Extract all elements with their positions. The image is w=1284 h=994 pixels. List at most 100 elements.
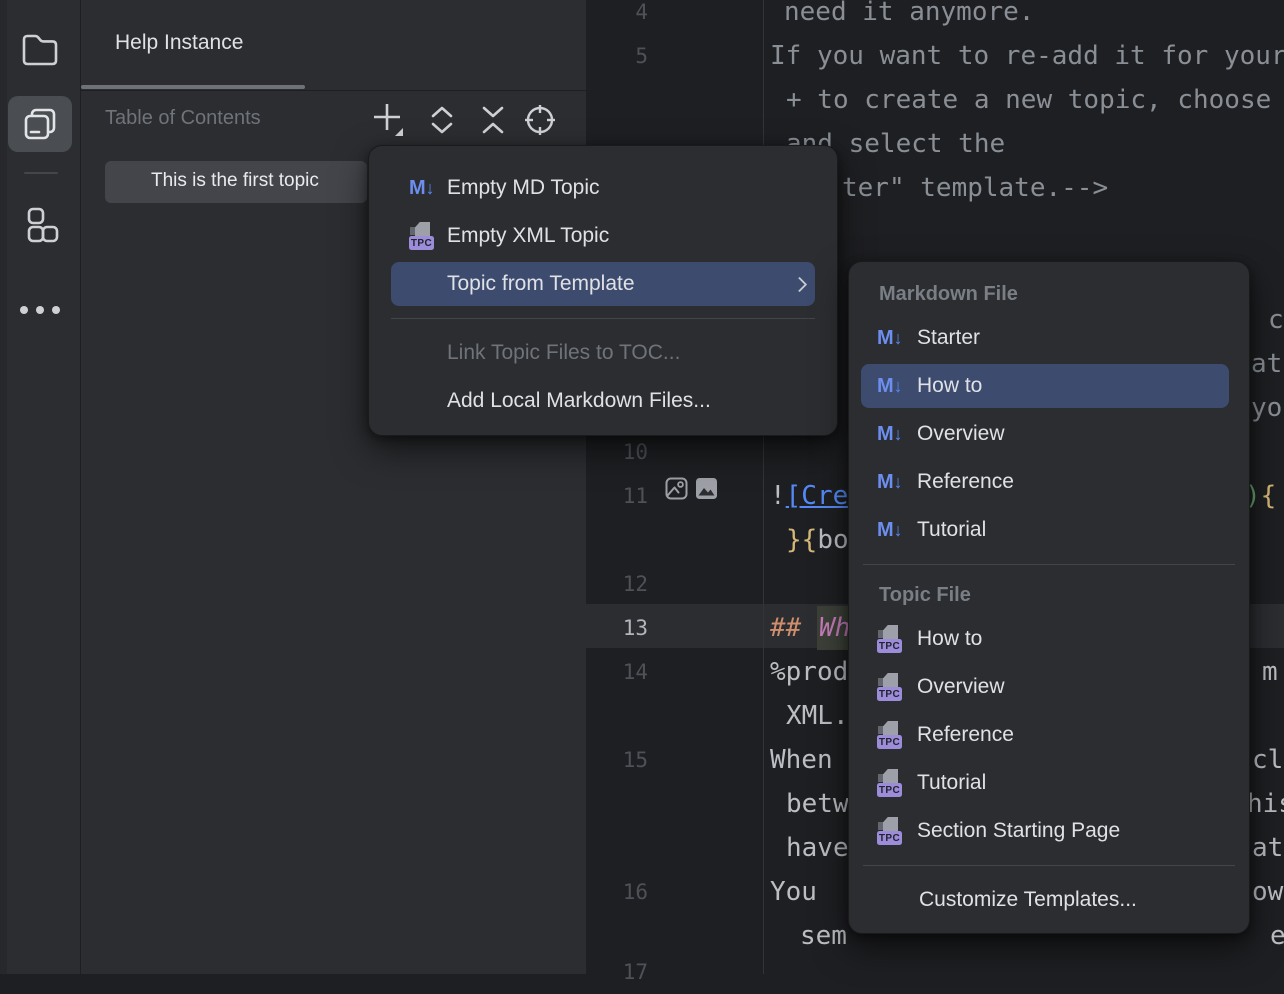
menu-item-overview[interactable]: TPC Overview	[849, 663, 1249, 711]
code-fragment: ow	[1252, 870, 1283, 914]
active-tab-indicator	[81, 85, 305, 89]
collapse-all-button[interactable]	[477, 103, 509, 137]
submenu-section-header-markdown-file: Markdown File	[849, 274, 1249, 314]
menu-item-label: Starter	[917, 314, 980, 362]
topic-from-template-submenu: Markdown File M↓ Starter M↓ How to M↓ Overview…	[848, 261, 1250, 934]
menu-item-label: Empty MD Topic	[447, 164, 600, 212]
rail-divider	[24, 172, 58, 174]
menu-item-empty-xml-topic[interactable]: TPCEmpty XML Topic	[369, 212, 837, 260]
line-number-10: 10	[586, 430, 648, 474]
code-fragment: at	[1252, 826, 1283, 870]
menu-item-label: Tutorial	[917, 759, 986, 807]
code-fragment: have	[786, 826, 849, 870]
expand-all-button[interactable]	[426, 103, 458, 137]
menu-item-tutorial[interactable]: M↓ Tutorial	[849, 506, 1249, 554]
menu-item-label: How to	[917, 615, 982, 663]
markdown-file-icon: M↓	[877, 327, 903, 350]
structure-icon	[21, 206, 59, 246]
code-fragment: + to create a new topic, choose	[786, 78, 1284, 122]
topic-file-icon: TPC	[409, 222, 434, 250]
locate-target-icon	[524, 104, 556, 136]
menu-item-label: Customize Templates...	[919, 876, 1137, 924]
image-icon[interactable]	[695, 477, 718, 500]
code-fragment: sem	[800, 914, 847, 958]
locate-selection-button[interactable]	[524, 103, 556, 137]
menu-item-label: How to	[917, 362, 982, 410]
menu-item-label: Add Local Markdown Files...	[447, 377, 711, 425]
new-topic-menu: M↓ Empty MD TopicTPCEmpty XML TopicTopic …	[368, 145, 838, 436]
markdown-file-icon: M↓	[877, 519, 903, 542]
menu-item-how-to[interactable]: TPCHow to	[849, 615, 1249, 663]
code-fragment: his	[1247, 782, 1284, 826]
markdown-file-icon: M↓	[877, 471, 903, 494]
more-tool-windows-button[interactable]	[8, 282, 72, 338]
menu-item-reference[interactable]: TPC Reference	[849, 711, 1249, 759]
topic-file-icon: TPC	[877, 721, 902, 749]
line-number-11: 11	[586, 474, 648, 518]
collapse-all-icon	[481, 105, 505, 135]
menu-item-label: Overview	[917, 410, 1005, 458]
menu-item-label: Section Starting Page	[917, 807, 1120, 855]
toc-tree-item-selected[interactable]: This is the first topic	[105, 161, 367, 203]
menu-item-empty-md-topic[interactable]: M↓ Empty MD Topic	[369, 164, 837, 212]
menu-item-tutorial[interactable]: TPCTutorial	[849, 759, 1249, 807]
structure-tool-button[interactable]	[8, 198, 72, 254]
menu-item-how-to[interactable]: M↓ How to	[849, 362, 1249, 410]
code-fragment: betw	[786, 782, 849, 826]
menu-item-customize-templates[interactable]: Customize Templates...	[849, 876, 1249, 924]
window-edge	[0, 0, 7, 974]
toc-item-label: This is the first topic	[151, 170, 319, 192]
menu-item-reference[interactable]: M↓ Reference	[849, 458, 1249, 506]
topic-file-icon: TPC	[877, 673, 902, 701]
menu-item-section-starting-page[interactable]: TPC Section Starting Page	[849, 807, 1249, 855]
menu-item-overview[interactable]: M↓ Overview	[849, 410, 1249, 458]
gutter-line11-icons	[665, 477, 718, 500]
folder-icon	[21, 33, 59, 67]
markdown-file-icon: M↓	[877, 423, 903, 446]
expand-all-icon	[430, 105, 454, 135]
code-fragment: If you want to re-add it for your	[770, 34, 1284, 78]
submenu-section-header-topic-file: Topic File	[849, 575, 1249, 615]
code-fragment: When	[770, 738, 833, 782]
menu-item-label: Overview	[917, 663, 1005, 711]
line-number-15: 15	[586, 738, 648, 782]
add-topic-button[interactable]	[373, 103, 405, 137]
code-fragment: m	[1262, 650, 1278, 694]
menu-item-add-local-markdown-files[interactable]: Add Local Markdown Files...	[369, 377, 837, 425]
markdown-file-icon: M↓	[409, 177, 435, 200]
more-icon	[20, 306, 60, 314]
ide-window: { "theme": { "editor_bg": "#1E1F22", "pa…	[0, 0, 1284, 974]
line-number-12: 12	[586, 562, 648, 606]
topics-tool-button[interactable]	[8, 96, 72, 152]
code-fragment: ter" template.-->	[842, 166, 1108, 210]
menu-item-topic-from-template[interactable]: Topic from Template	[369, 260, 837, 308]
line-number-17: 17	[586, 950, 648, 994]
line-number-16: 16	[586, 870, 648, 914]
code-fragment: }{bo	[786, 518, 849, 562]
line-number-14: 14	[586, 650, 648, 694]
markdown-file-icon: M↓	[877, 375, 903, 398]
toc-toolbar-label: Table of Contents	[105, 107, 261, 130]
tool-window-header: Help Instance	[81, 0, 586, 91]
menu-item-link-topic-files-to-toc: Link Topic Files to TOC...	[369, 329, 837, 377]
menu-item-label: Reference	[917, 458, 1014, 506]
image-preview-icon[interactable]	[665, 477, 688, 500]
topic-file-icon: TPC	[877, 817, 902, 845]
code-fragment: c	[1268, 298, 1284, 342]
code-fragment: at	[1251, 342, 1282, 386]
code-fragment: ![Cre	[770, 474, 848, 518]
topics-icon	[22, 106, 58, 142]
code-fragment: %prod	[770, 650, 848, 694]
menu-divider	[863, 564, 1235, 565]
code-fragment: need it anymore.	[784, 0, 1034, 34]
code-fragment: You	[770, 870, 817, 914]
menu-item-starter[interactable]: M↓ Starter	[849, 314, 1249, 362]
menu-divider	[863, 865, 1235, 866]
folder-tool-button[interactable]	[8, 22, 72, 78]
line-number-13: 13	[586, 606, 648, 650]
menu-item-label: Reference	[917, 711, 1014, 759]
menu-item-label: Topic from Template	[447, 260, 635, 308]
menu-item-label: Tutorial	[917, 506, 986, 554]
menu-divider	[391, 318, 815, 319]
tool-window-title-tab[interactable]: Help Instance	[115, 31, 243, 55]
